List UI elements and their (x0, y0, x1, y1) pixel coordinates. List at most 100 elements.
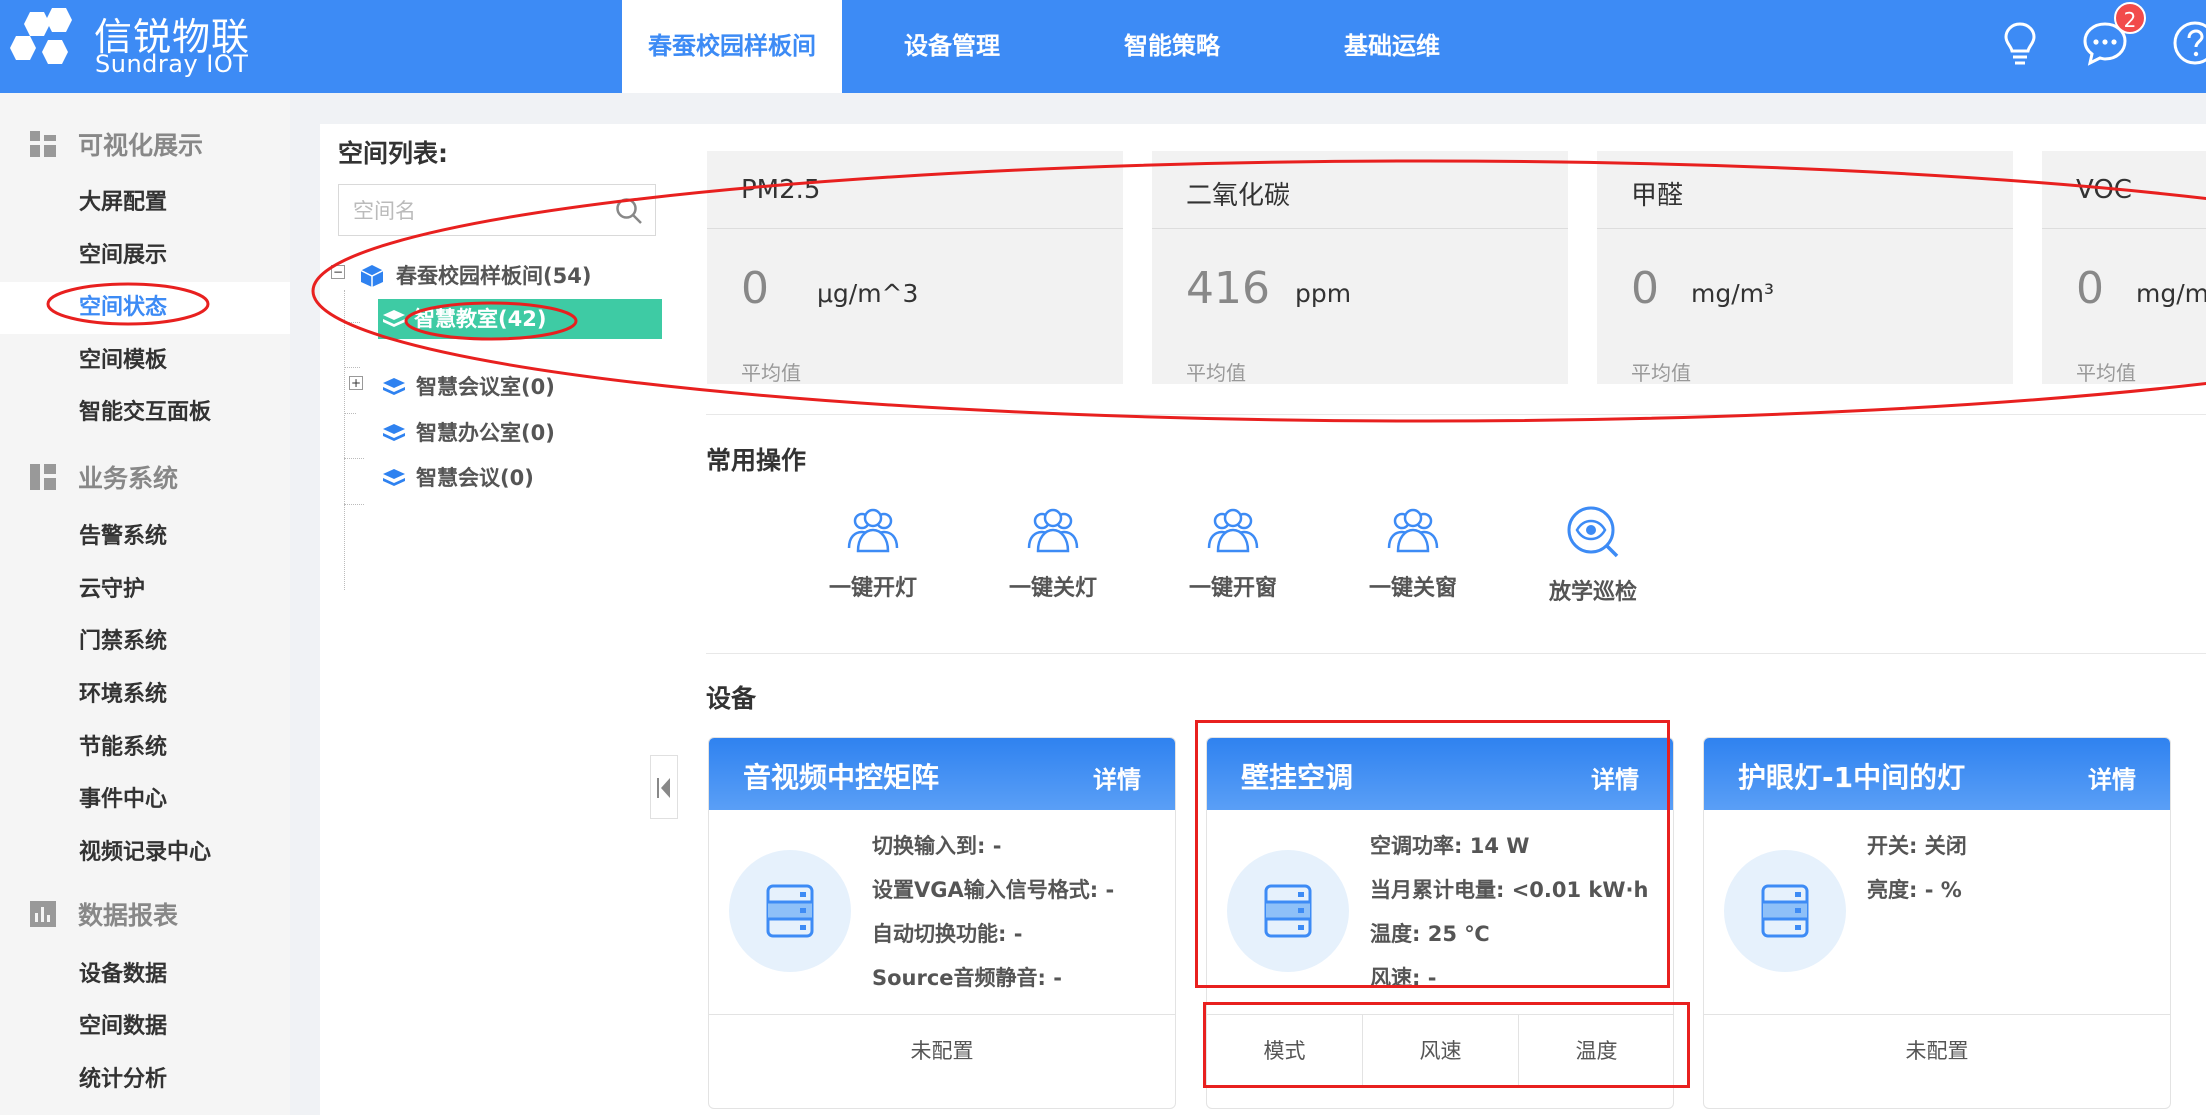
temperature-button[interactable]: 温度 (1519, 1015, 1673, 1087)
sidebar-item-space-template[interactable]: 空间模板 (0, 335, 290, 387)
lightbulb-icon[interactable] (1995, 18, 2045, 68)
device-attribute: 温度: 25 ℃ (1370, 922, 1490, 946)
device-attribute: 空调功率: 14 W (1370, 834, 1530, 858)
metric-card-co2: 二氧化碳 416 ppm 平均值 (1152, 151, 1568, 385)
sidebar-item-energy-saving[interactable]: 节能系统 (0, 722, 290, 774)
device-detail-link[interactable]: 详情 (2088, 760, 2136, 795)
sidebar-item-access-control[interactable]: 门禁系统 (0, 616, 290, 668)
op-after-school-inspection-button[interactable]: 放学巡检 (1503, 504, 1683, 614)
sidebar-item-video-records[interactable]: 视频记录中心 (0, 827, 290, 879)
operations-title: 常用操作 (706, 446, 807, 475)
sidebar-group-label: 数据报表 (78, 901, 179, 930)
top-bar: 信锐物联 Sundray IOT 春蚕校园样板间 设备管理 智能策略 基础运维 … (0, 0, 2206, 93)
sidebar-item-space-status[interactable]: 空间状态 (0, 282, 290, 334)
sidebar-item-device-data[interactable]: 设备数据 (0, 949, 290, 1001)
device-card-wall-ac: 壁挂空调 详情 空调功率: 14 W 当月累计电量: <0.01 kW·h 温度… (1206, 737, 1674, 1109)
sidebar-item-space-display[interactable]: 空间展示 (0, 230, 290, 282)
logo-icon (10, 8, 72, 64)
metric-value: 416 (1186, 263, 1270, 314)
sidebar-group-label: 可视化展示 (78, 131, 204, 160)
space-search-input[interactable] (339, 185, 605, 237)
tree-node-smart-office[interactable]: 智慧办公室(0) (380, 413, 660, 453)
device-card-av-matrix: 音视频中控矩阵 详情 切换输入到: - 设置VGA输入信号格式: - 自动切换功… (708, 737, 1176, 1109)
device-avatar (729, 850, 851, 972)
device-card-footer: 模式 风速 温度 (1207, 1014, 1673, 1108)
sidebar-group-business[interactable]: 业务系统 (0, 451, 290, 501)
metric-title: 甲醛 (1631, 181, 1684, 211)
metric-value: 0 (2076, 263, 2104, 314)
collapse-left-icon (657, 778, 670, 798)
device-attribute: 当月累计电量: <0.01 kW·h (1370, 878, 1649, 902)
sidebar-group-label: 业务系统 (78, 464, 179, 493)
inspect-eye-icon (1567, 506, 1619, 558)
tree-node-label: 智慧会议室(0) (416, 375, 555, 399)
tree-node-label: 智慧教室(42) (414, 307, 547, 331)
device-attribute: 亮度: - % (1867, 878, 1962, 902)
sidebar-item-environment[interactable]: 环境系统 (0, 669, 290, 721)
layers-icon (383, 469, 405, 486)
nav-tab-device-management[interactable]: 设备管理 (842, 0, 1062, 93)
mode-button[interactable]: 模式 (1207, 1015, 1362, 1087)
layers-icon (383, 378, 405, 395)
tree-node-smart-meeting-room[interactable]: 智慧会议室(0) (380, 367, 660, 407)
cube-icon (360, 265, 384, 287)
divider (1597, 228, 2013, 229)
sidebar-group-visual[interactable]: 可视化展示 (0, 118, 290, 168)
tree-node-root[interactable]: 春蚕校园样板间(54) (360, 256, 660, 296)
divider (706, 653, 2206, 654)
fan-speed-button[interactable]: 风速 (1363, 1015, 1518, 1087)
sidebar-item-screen-config[interactable]: 大屏配置 (0, 177, 290, 229)
collapse-toggle-icon[interactable]: − (331, 265, 345, 279)
metric-card-formaldehyde: 甲醛 0 mg/m³ 平均值 (1597, 151, 2013, 385)
metric-unit: mg/m³ (1691, 279, 1775, 308)
sidebar-item-statistics[interactable]: 统计分析 (0, 1054, 290, 1106)
device-name: 护眼灯-1中间的灯 (1738, 761, 1966, 794)
op-label: 一键开灯 (828, 576, 917, 601)
sidebar-item-interactive-panel[interactable]: 智能交互面板 (0, 387, 290, 439)
tree-node-smart-meeting[interactable]: 智慧会议(0) (380, 458, 660, 498)
metric-unit: mg/m³ (2136, 279, 2206, 308)
metric-unit: μg/m^3 (817, 279, 919, 308)
device-detail-link[interactable]: 详情 (1093, 760, 1141, 795)
collapse-panel-button[interactable] (650, 755, 678, 819)
nav-tab-smart-strategy[interactable]: 智能策略 (1062, 0, 1282, 93)
expand-toggle-icon[interactable]: + (349, 376, 363, 390)
nav-tab-campus[interactable]: 春蚕校园样板间 (622, 0, 842, 93)
op-window-close-button[interactable]: 一键关窗 (1323, 504, 1503, 614)
tree-connector (344, 322, 360, 323)
space-tree-panel: 空间列表: − 春蚕校园样板间(54) 智慧教室(42) + (320, 124, 679, 1115)
not-configured-text: 未配置 (1905, 1039, 1969, 1063)
device-attribute: 设置VGA输入信号格式: - (872, 878, 1115, 902)
sidebar-item-event-center[interactable]: 事件中心 (0, 774, 290, 826)
sidebar-item-alarm[interactable]: 告警系统 (0, 511, 290, 563)
op-label: 放学巡检 (1548, 580, 1637, 605)
metric-title: 二氧化碳 (1186, 181, 1291, 211)
divider (1152, 228, 1568, 229)
device-detail-link[interactable]: 详情 (1591, 760, 1639, 795)
device-attribute: 风速: - (1370, 966, 1437, 990)
op-label: 一键关灯 (1008, 576, 1097, 601)
op-lights-off-button[interactable]: 一键关灯 (963, 504, 1143, 614)
metric-subtitle: 平均值 (741, 361, 801, 385)
nav-tab-basic-ops[interactable]: 基础运维 (1282, 0, 1502, 93)
help-icon[interactable] (2170, 18, 2206, 68)
tree-connector (344, 413, 356, 414)
sidebar-group-reports[interactable]: 数据报表 (0, 888, 290, 938)
metric-value: 0 (1631, 263, 1659, 314)
report-icon (30, 901, 56, 927)
divider (2042, 228, 2206, 229)
users-icon (1207, 508, 1259, 553)
server-icon (1264, 884, 1312, 938)
sidebar-item-cloud-guard[interactable]: 云守护 (0, 564, 290, 616)
not-configured-text: 未配置 (910, 1039, 974, 1063)
tree-connector (344, 367, 360, 368)
metric-subtitle: 平均值 (1631, 361, 1691, 385)
metric-card-voc: VOC 0 mg/m³ 平均值 (2042, 151, 2206, 385)
search-icon[interactable] (615, 197, 643, 225)
op-window-open-button[interactable]: 一键开窗 (1143, 504, 1323, 614)
op-lights-on-button[interactable]: 一键开灯 (783, 504, 963, 614)
users-icon (847, 508, 899, 553)
tree-node-label: 智慧会议(0) (416, 466, 534, 490)
sidebar-item-space-data[interactable]: 空间数据 (0, 1001, 290, 1053)
tree-node-smart-classroom[interactable]: 智慧教室(42) (378, 299, 662, 339)
